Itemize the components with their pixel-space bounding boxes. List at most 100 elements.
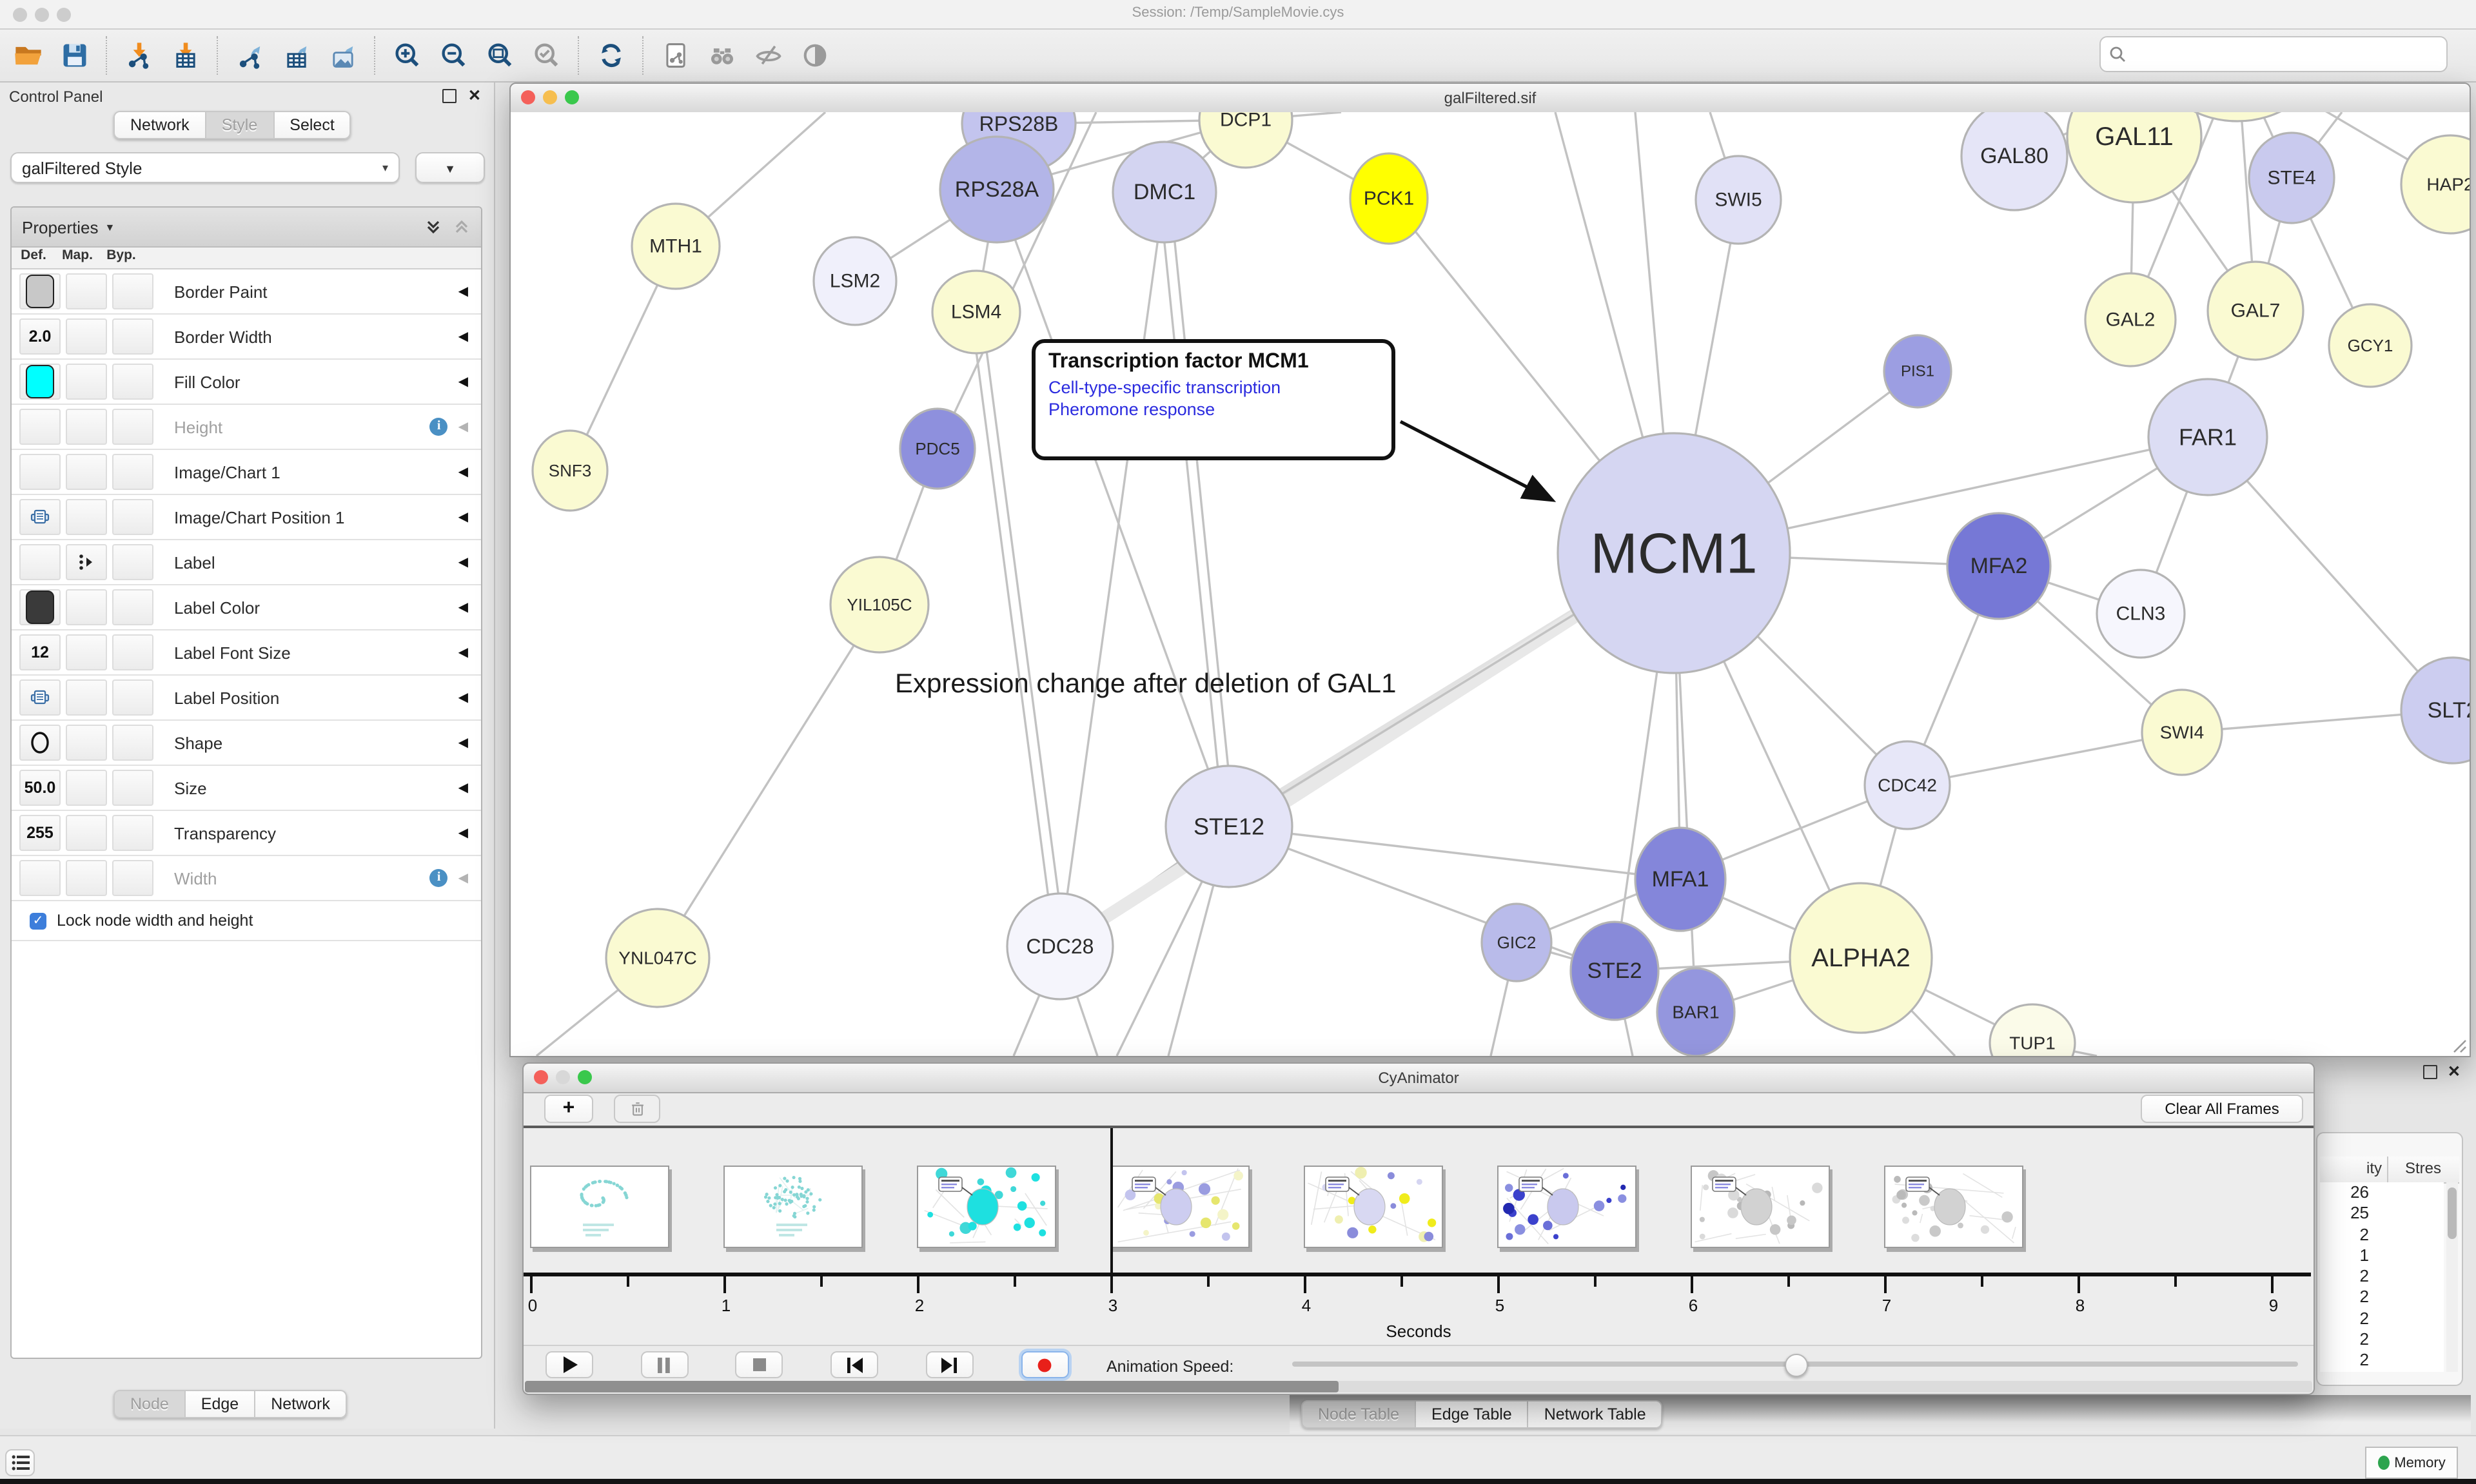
default-value[interactable]: 12 — [31, 643, 49, 661]
node-PCK1[interactable]: PCK1 — [1350, 153, 1428, 244]
info-icon[interactable]: i — [430, 418, 448, 436]
default-value[interactable]: 50.0 — [25, 779, 56, 797]
pause-button[interactable] — [640, 1351, 688, 1378]
node-STE12[interactable]: STE12 — [1166, 766, 1292, 887]
node-SLT2[interactable]: SLT2 — [2401, 658, 2470, 763]
node-SWI5[interactable]: SWI5 — [1696, 156, 1781, 244]
node-SNF3[interactable]: SNF3 — [533, 431, 607, 511]
table-row[interactable]: 2 — [2320, 1266, 2444, 1287]
frame-thumbnail-2[interactable] — [917, 1166, 1056, 1248]
frame-thumbnail-6[interactable] — [1691, 1166, 1830, 1248]
def-cell[interactable] — [19, 273, 61, 309]
network-from-selection-icon[interactable] — [656, 36, 695, 75]
float-panel-icon[interactable] — [442, 89, 457, 103]
expand-row-icon[interactable]: ◀ — [458, 690, 468, 705]
expand-row-icon[interactable]: ◀ — [458, 420, 468, 434]
def-cell[interactable] — [19, 679, 61, 716]
expand-all-icon[interactable] — [424, 218, 442, 236]
tab-edge-table[interactable]: Edge Table — [1416, 1400, 1529, 1429]
show-log-button[interactable] — [5, 1449, 35, 1476]
open-session-icon[interactable] — [9, 36, 48, 75]
map-cell[interactable] — [66, 273, 107, 309]
byp-cell[interactable] — [112, 634, 153, 670]
table-row[interactable]: 2 — [2320, 1224, 2444, 1245]
lock-node-size-row[interactable]: ✓ Lock node width and height — [12, 901, 481, 941]
frame-thumbnail-3[interactable] — [1110, 1166, 1250, 1248]
def-cell[interactable] — [19, 589, 61, 625]
table-row[interactable]: 1 — [2320, 1245, 2444, 1267]
tab-network[interactable]: Network — [113, 111, 206, 139]
expand-row-icon[interactable]: ◀ — [458, 871, 468, 885]
expand-row-icon[interactable]: ◀ — [458, 645, 468, 659]
map-cell[interactable] — [66, 454, 107, 490]
tab-select[interactable]: Select — [274, 111, 351, 139]
record-button[interactable] — [1021, 1351, 1068, 1378]
search-input[interactable] — [2127, 45, 2446, 63]
save-session-icon[interactable] — [55, 36, 94, 75]
node-DCP1[interactable]: DCP1 — [1199, 112, 1292, 168]
refresh-view-icon[interactable] — [592, 36, 631, 75]
import-table-icon[interactable] — [166, 36, 205, 75]
property-row-shape[interactable]: Shape◀ — [12, 721, 481, 766]
def-cell[interactable] — [19, 364, 61, 400]
def-cell[interactable]: 2.0 — [19, 318, 61, 355]
network-window-titlebar[interactable]: galFiltered.sif — [511, 84, 2470, 113]
map-cell[interactable] — [66, 725, 107, 761]
tab-edge[interactable]: Edge — [186, 1390, 255, 1418]
property-row-border-paint[interactable]: Border Paint◀ — [12, 269, 481, 315]
expand-row-icon[interactable]: ◀ — [458, 736, 468, 750]
table-row[interactable]: 2 — [2320, 1287, 2444, 1309]
def-cell[interactable] — [19, 860, 61, 896]
map-cell[interactable] — [66, 860, 107, 896]
byp-cell[interactable] — [112, 589, 153, 625]
expand-row-icon[interactable]: ◀ — [458, 284, 468, 298]
default-swatch[interactable] — [26, 365, 54, 398]
expand-row-icon[interactable]: ◀ — [458, 510, 468, 524]
properties-header[interactable]: Properties ▼ — [12, 208, 481, 248]
byp-cell[interactable] — [112, 454, 153, 490]
property-row-label-color[interactable]: Label Color◀ — [12, 585, 481, 630]
default-swatch[interactable] — [26, 275, 54, 308]
tab-style[interactable]: Style — [206, 111, 275, 139]
close-table-panel-icon[interactable]: ✕ — [2448, 1066, 2461, 1078]
table-row[interactable]: 2 — [2320, 1329, 2444, 1351]
cyanimator-titlebar[interactable]: CyAnimator — [524, 1064, 2314, 1093]
property-row-transparency[interactable]: 255Transparency◀ — [12, 811, 481, 856]
frame-thumbnail-5[interactable] — [1497, 1166, 1636, 1248]
column-stress[interactable]: Stres — [2405, 1159, 2441, 1177]
byp-cell[interactable] — [112, 273, 153, 309]
property-row-image-chart-1[interactable]: Image/Chart 1◀ — [12, 450, 481, 495]
node-LSM4[interactable]: LSM4 — [932, 271, 1020, 353]
node-CLN3[interactable]: CLN3 — [2097, 570, 2185, 658]
clear-all-frames-button[interactable]: Clear All Frames — [2141, 1095, 2303, 1123]
def-cell[interactable] — [19, 499, 61, 535]
map-cell[interactable] — [66, 679, 107, 716]
position-icon[interactable] — [30, 690, 50, 705]
node-SWI4[interactable]: SWI4 — [2142, 690, 2222, 775]
node-YNL047C[interactable]: YNL047C — [606, 909, 709, 1007]
def-cell[interactable] — [19, 725, 61, 761]
byp-cell[interactable] — [112, 725, 153, 761]
def-cell[interactable]: 255 — [19, 815, 61, 851]
frame-thumbnail-1[interactable] — [723, 1166, 863, 1248]
map-cell[interactable] — [66, 815, 107, 851]
table-row[interactable]: 2 — [2320, 1309, 2444, 1330]
frame-thumbnail-0[interactable] — [530, 1166, 669, 1248]
tab-network-table[interactable]: Network Table — [1529, 1400, 1663, 1429]
expand-row-icon[interactable]: ◀ — [458, 465, 468, 479]
node-CDC42[interactable]: CDC42 — [1865, 741, 1950, 829]
node-FAR1[interactable]: FAR1 — [2148, 379, 2267, 495]
mapping-icon[interactable] — [77, 553, 95, 571]
delete-frame-button[interactable] — [614, 1095, 660, 1123]
expand-row-icon[interactable]: ◀ — [458, 555, 468, 569]
node-CDC28[interactable]: CDC28 — [1007, 893, 1113, 999]
timeline-scrollbar[interactable] — [525, 1381, 2312, 1392]
animation-speed-slider[interactable] — [1292, 1362, 2298, 1367]
property-row-size[interactable]: 50.0Size◀ — [12, 766, 481, 811]
next-frame-button[interactable] — [926, 1351, 974, 1378]
map-cell[interactable] — [66, 499, 107, 535]
property-row-label-font-size[interactable]: 12Label Font Size◀ — [12, 630, 481, 676]
style-selector[interactable]: galFiltered Style ▾ — [10, 152, 400, 183]
annotation-callout[interactable]: Transcription factor MCM1 Cell-type-spec… — [1032, 339, 1395, 460]
node-GAL2[interactable]: GAL2 — [2085, 273, 2176, 366]
